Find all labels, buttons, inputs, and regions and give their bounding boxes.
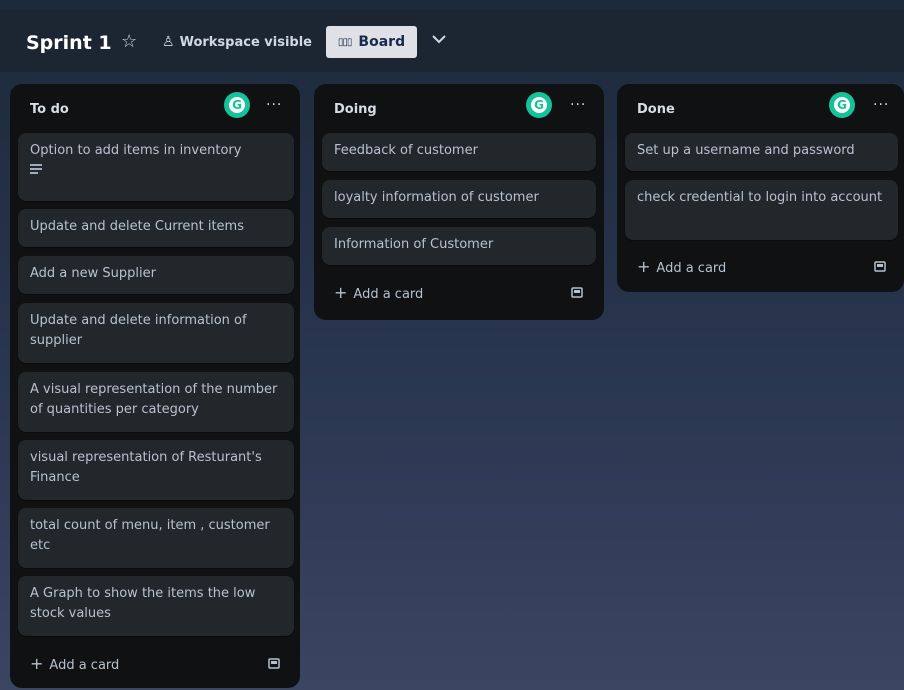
card-title: Option to add items in inventory xyxy=(30,143,242,158)
list-title[interactable]: Doing xyxy=(334,102,377,117)
list-title[interactable]: To do xyxy=(30,102,69,117)
list-menu-icon[interactable]: ··· xyxy=(266,97,282,113)
list-todo: To do G ··· Option to add items in inven… xyxy=(10,84,300,688)
workspace-visibility-button[interactable]: ♙ Workspace visible xyxy=(162,34,312,50)
board-view-label: Board xyxy=(358,34,406,50)
description-icon xyxy=(30,164,42,174)
card-title: loyalty information of customer xyxy=(334,190,539,205)
star-icon[interactable]: ☆ xyxy=(121,31,137,52)
add-card-label: Add a card xyxy=(49,658,120,673)
card[interactable]: Update and delete Current items xyxy=(18,209,294,247)
card-title: A visual representation of the number of… xyxy=(30,382,278,417)
card-title: Feedback of customer xyxy=(334,143,478,158)
card-title: Add a new Supplier xyxy=(30,266,156,281)
list-menu-icon[interactable]: ··· xyxy=(570,97,586,113)
card-title: Set up a username and password xyxy=(637,143,855,158)
list-done: Done G ··· Set up a username and passwor… xyxy=(617,84,904,292)
plus-icon: + xyxy=(637,257,651,276)
card[interactable]: A visual representation of the number of… xyxy=(18,372,294,432)
card[interactable]: loyalty information of customer xyxy=(322,180,596,218)
board-title[interactable]: Sprint 1 xyxy=(26,32,112,54)
card-template-icon[interactable] xyxy=(571,287,583,298)
board-icon: ▯▯▯ xyxy=(337,36,352,48)
workspace-visibility-label: Workspace visible xyxy=(179,35,312,50)
card-title: Update and delete information of supplie… xyxy=(30,313,247,348)
card[interactable]: check credential to login into account xyxy=(625,180,898,240)
list-doing: Doing G ··· Feedback of customer loyalty… xyxy=(314,84,604,320)
card[interactable]: Information of Customer xyxy=(322,227,596,265)
card-title: Information of Customer xyxy=(334,237,494,252)
plus-icon: + xyxy=(334,283,348,302)
add-card-label: Add a card xyxy=(656,261,727,276)
board-view-button[interactable]: ▯▯▯ Board xyxy=(326,26,417,58)
grammarly-icon[interactable]: G xyxy=(224,92,250,118)
card-template-icon[interactable] xyxy=(874,261,886,272)
card[interactable]: Update and delete information of supplie… xyxy=(18,303,294,363)
card[interactable]: Option to add items in inventory xyxy=(18,133,294,201)
card[interactable]: visual representation of Resturant's Fin… xyxy=(18,440,294,500)
add-card-label: Add a card xyxy=(353,287,424,302)
grammarly-icon[interactable]: G xyxy=(526,92,552,118)
plus-icon: + xyxy=(30,654,44,673)
chevron-down-icon[interactable] xyxy=(430,32,448,46)
card-title: A Graph to show the items the low stock … xyxy=(30,586,256,621)
add-card-button[interactable]: + Add a card xyxy=(334,283,423,302)
card[interactable]: Feedback of customer xyxy=(322,133,596,171)
card[interactable]: Set up a username and password xyxy=(625,133,898,171)
add-card-button[interactable]: + Add a card xyxy=(637,257,726,276)
card[interactable]: total count of menu, item , customer etc xyxy=(18,508,294,568)
card-title: Update and delete Current items xyxy=(30,219,244,234)
add-card-button[interactable]: + Add a card xyxy=(30,654,119,673)
list-menu-icon[interactable]: ··· xyxy=(873,97,889,113)
card[interactable]: A Graph to show the items the low stock … xyxy=(18,576,294,636)
people-icon: ♙ xyxy=(162,34,175,50)
card-template-icon[interactable] xyxy=(268,658,280,669)
board-header: Sprint 1 ☆ ♙ Workspace visible ▯▯▯ Board xyxy=(0,10,904,72)
card-title: total count of menu, item , customer etc xyxy=(30,518,270,553)
card[interactable]: Add a new Supplier xyxy=(18,256,294,294)
grammarly-icon[interactable]: G xyxy=(829,92,855,118)
card-title: visual representation of Resturant's Fin… xyxy=(30,450,262,485)
list-title[interactable]: Done xyxy=(637,102,675,117)
card-title: check credential to login into account xyxy=(637,190,883,205)
